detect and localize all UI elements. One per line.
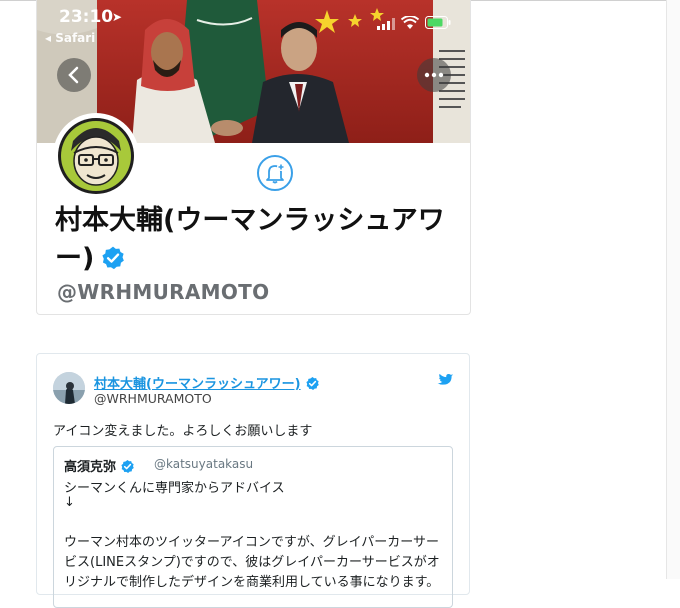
verified-badge-icon [121,459,134,473]
tweet-text: アイコン変えました。よろしくお願いします [53,424,313,439]
quoted-author-name: 高須克弥 [64,460,117,475]
profile-display-name: 村本大輔(ウーマンラッシュアワー) [55,202,455,278]
quoted-text-line: ↓ [64,495,75,510]
avatar-photo [53,372,85,404]
profile-screenshot-card: 23:10 ➤ ◂ Safari 村本大輔(ウーマンラッシュアワー) @WRHM… [36,0,471,315]
bell-plus-icon [266,163,285,184]
quoted-text-line: リジナルで制作したデザインを商業利用している事になります。 [64,575,440,590]
location-arrow-icon: ➤ [112,10,123,24]
wifi-icon [401,16,419,29]
status-time: 23:10 [59,7,114,27]
notifications-bell-button[interactable] [257,155,293,191]
verified-badge-icon [102,246,125,270]
quoted-text-line: ウーマン村本のツイッターアイコンですが、グレイパーカーサー [64,535,440,550]
tweet-author-avatar[interactable] [53,372,85,404]
tweet-author-name-link[interactable]: 村本大輔(ウーマンラッシュアワー) [94,373,320,392]
signal-icon [377,18,395,30]
twitter-bird-icon[interactable] [436,373,454,389]
tweet-author-name: 村本大輔(ウーマンラッシュアワー) [94,377,301,392]
quoted-author[interactable]: 高須克弥 [64,456,135,475]
quoted-text-line: シーマンくんに専門家からアドバイス [64,481,285,496]
page-scroll-gutter[interactable] [666,0,680,579]
more-options-button[interactable] [417,58,451,92]
chevron-left-icon [68,66,79,84]
verified-badge-icon [306,376,319,390]
back-to-safari-link[interactable]: ◂ Safari [45,31,95,45]
quoted-author-handle[interactable]: @katsuyatakasu [154,457,253,471]
more-icon [424,72,444,78]
back-button[interactable] [57,58,91,92]
profile-avatar[interactable] [53,113,139,199]
avatar-illustration [58,118,134,194]
tweet-author-handle[interactable]: @WRHMURAMOTO [94,391,212,406]
embedded-tweet[interactable]: 村本大輔(ウーマンラッシュアワー) @WRHMURAMOTO アイコン変えました… [36,353,470,608]
quoted-text-line: ビス(LINEスタンプ)ですので、彼はグレイパーカーサービスがオ [64,555,440,570]
ios-status-bar: 23:10 ➤ ◂ Safari [37,0,470,45]
profile-handle: @WRHMURAMOTO [57,280,270,304]
quoted-tweet[interactable]: 高須克弥 @katsuyatakasu シーマンくんに専門家からアドバイス ↓ … [53,446,453,608]
battery-icon [425,16,451,29]
